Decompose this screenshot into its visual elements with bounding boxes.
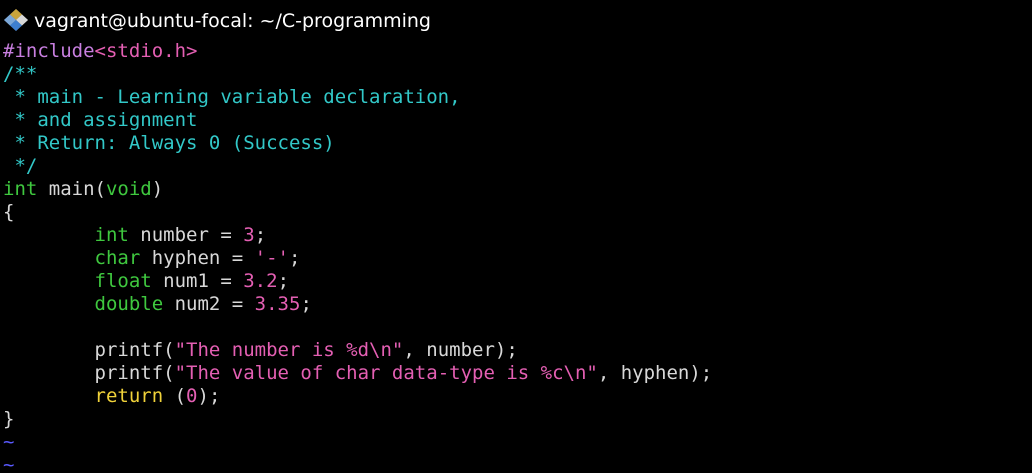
code-token-plain: printf( <box>3 362 175 384</box>
code-token-comment: * main - Learning variable declaration, <box>3 86 461 108</box>
window-title: vagrant@ubuntu-focal: ~/C-programming <box>34 10 431 32</box>
code-line[interactable]: double num2 = 3.35; <box>3 293 1029 316</box>
code-token-plain: printf( <box>3 339 175 361</box>
code-token-type: int <box>3 178 38 200</box>
code-token-num: 3.2 <box>243 270 278 292</box>
code-token-comment: * and assignment <box>3 109 198 131</box>
code-token-plain: ); <box>197 385 221 407</box>
code-token-plain: num1 = <box>151 270 244 292</box>
code-token-plain: hyphen = <box>140 247 255 269</box>
code-token-plain: num2 = <box>163 293 255 315</box>
code-token-str: "The number is %d\n" <box>174 339 404 361</box>
code-line[interactable]: #include<stdio.h> <box>3 40 1029 63</box>
code-token-preproc: #include <box>3 40 95 62</box>
empty-buffer-line[interactable]: ~ <box>3 454 1029 473</box>
code-token-plain: ; <box>289 247 301 269</box>
code-token-plain: ; <box>300 293 312 315</box>
code-line[interactable] <box>3 316 1029 339</box>
code-line[interactable]: int number = 3; <box>3 224 1029 247</box>
code-token-plain: ; <box>277 270 290 292</box>
code-line[interactable]: char hyphen = '-'; <box>3 247 1029 270</box>
code-line[interactable]: * and assignment <box>3 109 1029 132</box>
code-line[interactable]: { <box>3 201 1029 224</box>
code-line[interactable]: printf("The value of char data-type is %… <box>3 362 1029 385</box>
code-token-type: void <box>105 178 152 200</box>
code-token-tilde: ~ <box>3 431 15 453</box>
code-token-plain: ) <box>151 178 164 200</box>
vim-editor-buffer[interactable]: #include<stdio.h>/** * main - Learning v… <box>3 40 1029 473</box>
code-token-incl: <stdio.h> <box>94 40 198 62</box>
code-token-plain: , number); <box>403 339 518 361</box>
git-bash-diamond-icon <box>4 9 28 31</box>
code-line[interactable]: */ <box>3 155 1029 178</box>
code-token-num: 0 <box>186 385 198 407</box>
code-token-plain: } <box>3 408 15 430</box>
code-token-comment: /** <box>3 63 38 85</box>
code-token-type: char <box>94 247 141 269</box>
code-token-str: '-' <box>254 247 289 269</box>
code-line[interactable]: float num1 = 3.2; <box>3 270 1029 293</box>
code-token-plain: number = <box>128 224 244 246</box>
code-token-plain: { <box>3 201 15 223</box>
code-token-type: double <box>94 293 164 315</box>
code-line[interactable]: * main - Learning variable declaration, <box>3 86 1029 109</box>
code-token-tilde: ~ <box>3 454 15 473</box>
code-line[interactable]: /** <box>3 63 1029 86</box>
code-token-plain: ( <box>163 385 187 407</box>
code-token-type: int <box>94 224 129 246</box>
code-token-type: float <box>94 270 152 292</box>
code-line[interactable]: * Return: Always 0 (Success) <box>3 132 1029 155</box>
code-line[interactable]: } <box>3 408 1029 431</box>
code-token-str: "The value of char data-type is %c\n" <box>174 362 598 384</box>
code-token-plain: main( <box>37 178 106 200</box>
code-line[interactable]: printf("The number is %d\n", number); <box>3 339 1029 362</box>
code-line[interactable]: int main(void) <box>3 178 1029 201</box>
code-token-kw: return <box>94 385 164 407</box>
code-token-num: 3.35 <box>254 293 301 315</box>
code-token-num: 3 <box>243 224 255 246</box>
code-line[interactable]: return (0); <box>3 385 1029 408</box>
code-token-plain: , hyphen); <box>597 362 713 384</box>
code-token-comment: */ <box>3 155 38 177</box>
empty-buffer-line[interactable]: ~ <box>3 431 1029 454</box>
title-bar: vagrant@ubuntu-focal: ~/C-programming <box>0 0 1032 40</box>
code-token-comment: * Return: Always 0 (Success) <box>3 132 335 154</box>
code-token-plain: ; <box>254 224 267 246</box>
